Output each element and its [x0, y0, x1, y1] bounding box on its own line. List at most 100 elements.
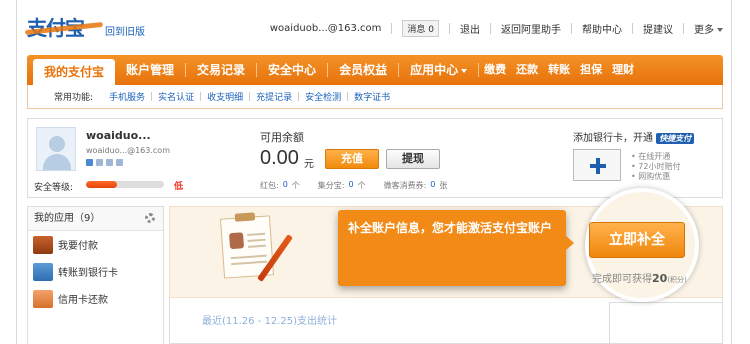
divider [449, 23, 450, 34]
callout-arrow [566, 236, 574, 250]
logout-link[interactable]: 退出 [460, 21, 480, 36]
account-panel: woaiduo... woaiduo...@163.com 安全等级: 低 可用… [27, 118, 723, 198]
help-link[interactable]: 帮助中心 [582, 21, 622, 36]
certificate-icon[interactable] [116, 159, 123, 166]
stat-label: 集分宝: [317, 181, 345, 190]
bank-feature-text: 在线开通 [638, 152, 671, 161]
tab-apps-label: 应用中心 [410, 63, 459, 77]
spending-stats-title[interactable]: 最近(11.26 - 12.25)支出统计 [202, 312, 337, 327]
bank-feature: • 在线开通 [631, 152, 671, 161]
stat-unit: 张 [439, 181, 448, 190]
security-label: 安全等级: [34, 183, 74, 193]
quick-repay[interactable]: 还款 [511, 55, 543, 85]
sublink-certificate[interactable]: 数字证书 [348, 90, 396, 103]
document-line [231, 260, 268, 266]
document-clip [234, 212, 256, 222]
messages-button[interactable]: 消息 0 [402, 20, 439, 37]
plus-icon-vertical [596, 158, 600, 174]
avatar[interactable] [36, 127, 76, 171]
tab-member[interactable]: 会员权益 [328, 55, 398, 85]
more-label: 更多 [694, 25, 714, 36]
stat-value[interactable]: 0 [430, 180, 435, 191]
withdraw-button[interactable]: 提现 [386, 149, 440, 169]
app-label: 信用卡还款 [58, 295, 108, 306]
my-apps-panel: 我的应用（9） 我要付款 转账到银行卡 信用卡还款 [27, 206, 164, 344]
common-functions-label: 常用功能: [54, 93, 94, 103]
add-bank-card-button[interactable] [573, 149, 621, 181]
security-level[interactable]: 低 [174, 179, 183, 192]
tab-security[interactable]: 安全中心 [257, 55, 327, 85]
side-panel [609, 302, 723, 344]
user-links: woaiduob...@163.com 消息 0 退出 返回阿里助手 帮助中心 … [270, 20, 723, 37]
tab-transactions[interactable]: 交易记录 [186, 55, 256, 85]
common-functions-bar: 常用功能: 手机服务 实名认证 收支明细 充提记录 安全检测 数字证书 [27, 85, 723, 109]
complete-now-button[interactable]: 立即补全 [589, 222, 685, 258]
credit-card-icon [33, 289, 53, 308]
payment-icon [33, 235, 53, 254]
verification-icons [86, 159, 123, 166]
balance-unit: 元 [304, 159, 314, 170]
app-item-pay[interactable]: 我要付款 [28, 231, 163, 258]
reward-prefix: 完成即可获得 [592, 274, 652, 285]
email-icon[interactable] [106, 159, 113, 166]
phone-icon[interactable] [96, 159, 103, 166]
app-item-transfer-bank[interactable]: 转账到银行卡 [28, 258, 163, 285]
document-line [230, 254, 267, 260]
sublink-mobile[interactable]: 手机服务 [103, 90, 151, 103]
main-nav: 我的支付宝 账户管理 交易记录 安全中心 会员权益 应用中心 缴费 还款 转账 … [27, 55, 723, 85]
security-meter-fill [86, 181, 118, 188]
sublink-statement[interactable]: 收支明细 [201, 90, 249, 103]
quick-pay-badge: 快捷支付 [656, 133, 695, 144]
chevron-down-icon [717, 28, 723, 32]
gear-icon[interactable] [145, 213, 155, 223]
more-menu[interactable]: 更多 [694, 21, 723, 36]
stat-value[interactable]: 0 [283, 180, 288, 191]
bank-transfer-icon [33, 262, 53, 281]
bank-feature: • 网购优惠 [631, 172, 671, 181]
quick-transfer[interactable]: 转账 [543, 55, 575, 85]
suggest-link[interactable]: 提建议 [643, 21, 673, 36]
document-photo [228, 232, 245, 250]
add-bank-title: 添加银行卡，开通 快捷支付 [573, 129, 695, 144]
asset-stats: 红包: 0 个 集分宝: 0 个 微客消费券: 0 张 [260, 180, 461, 191]
old-version-link[interactable]: 回到旧版 [105, 23, 145, 38]
reward-suffix: (积分) [667, 276, 687, 284]
tab-apps[interactable]: 应用中心 [399, 55, 478, 85]
quick-guarantee[interactable]: 担保 [575, 55, 607, 85]
document-line [247, 238, 266, 242]
app-label: 我要付款 [58, 241, 98, 252]
sublink-security-check[interactable]: 安全检测 [299, 90, 347, 103]
divider [490, 23, 491, 34]
sublink-realname[interactable]: 实名认证 [152, 90, 200, 103]
divider [571, 23, 572, 34]
my-apps-header: 我的应用（9） [28, 207, 163, 231]
aliwangwang-link[interactable]: 返回阿里助手 [501, 21, 561, 36]
stat-unit: 个 [291, 181, 300, 190]
user-email: woaiduo...@163.com [86, 146, 170, 155]
recharge-button[interactable]: 充值 [325, 149, 379, 169]
sublink-recharge-records[interactable]: 充提记录 [250, 90, 298, 103]
app-item-credit-card[interactable]: 信用卡还款 [28, 285, 163, 312]
divider [632, 23, 633, 34]
account-name[interactable]: woaiduob...@163.com [270, 23, 382, 34]
callout-text: 补全账户信息，您才能激活支付宝账户 [348, 221, 553, 235]
alipay-logo[interactable]: 支付宝 [24, 12, 104, 41]
stat-unit: 个 [357, 181, 366, 190]
user-name: woaiduo... [86, 129, 151, 142]
quick-finance[interactable]: 理财 [607, 55, 639, 85]
tab-my-alipay[interactable]: 我的支付宝 [33, 59, 116, 85]
quick-pay-bills[interactable]: 缴费 [479, 55, 511, 85]
avatar-body [43, 154, 71, 170]
chevron-down-icon [461, 68, 468, 73]
avatar-head [49, 136, 65, 152]
tab-account[interactable]: 账户管理 [115, 55, 185, 85]
add-bank-text: 添加银行卡，开通 [573, 133, 653, 144]
messages-count: 0 [428, 25, 434, 35]
stat-value[interactable]: 0 [349, 180, 354, 191]
divider [683, 23, 684, 34]
reward-text: 完成即可获得20(积分) [592, 270, 687, 285]
security-meter [86, 181, 164, 188]
balance-amount: 0.00 [260, 147, 299, 169]
identity-icon[interactable] [86, 159, 93, 166]
nav-divider [478, 63, 480, 77]
